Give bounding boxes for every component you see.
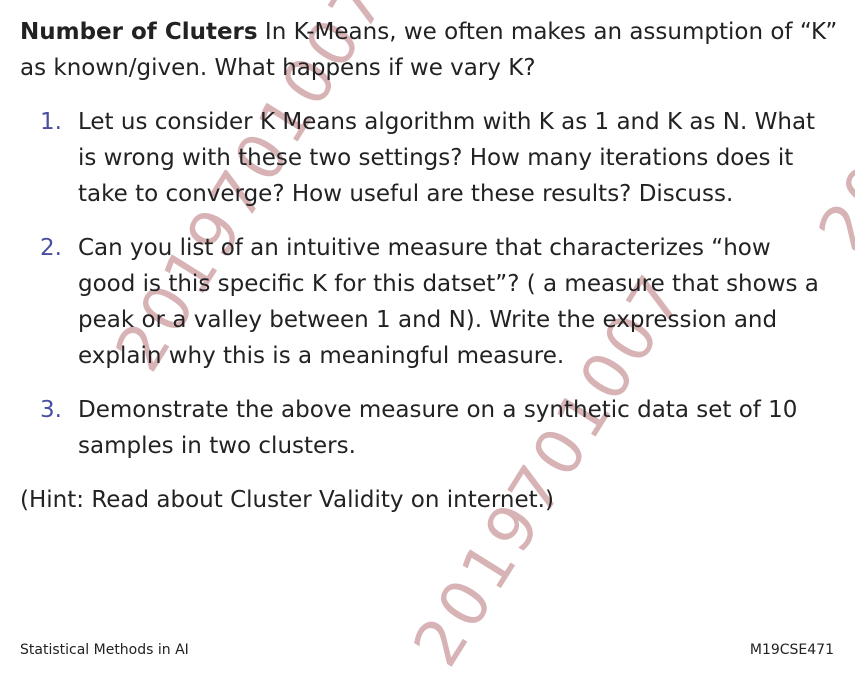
question-text: Can you list of an intuitive measure tha…	[78, 235, 819, 369]
question-item: 2. Can you list of an intuitive measure …	[20, 230, 830, 374]
slide-content: Number of Cluters In K-Means, we often m…	[20, 14, 840, 518]
slide-heading: Number of Cluters	[20, 19, 258, 45]
question-number: 2.	[40, 235, 62, 261]
footer-course-code: M19CSE471	[749, 642, 834, 658]
question-number: 3.	[40, 397, 62, 423]
intro-paragraph: Number of Cluters In K-Means, we often m…	[20, 14, 840, 86]
hint-text: (Hint: Read about Cluster Validity on in…	[20, 487, 554, 513]
question-text: Let us consider K Means algorithm with K…	[78, 109, 816, 207]
footer-course-title: Statistical Methods in AI	[20, 642, 189, 658]
question-list: 1. Let us consider K Means algorithm wit…	[20, 104, 840, 464]
question-number: 1.	[40, 109, 62, 135]
question-item: 3. Demonstrate the above measure on a sy…	[20, 392, 830, 464]
question-item: 1. Let us consider K Means algorithm wit…	[20, 104, 830, 212]
question-text: Demonstrate the above measure on a synth…	[78, 397, 798, 459]
